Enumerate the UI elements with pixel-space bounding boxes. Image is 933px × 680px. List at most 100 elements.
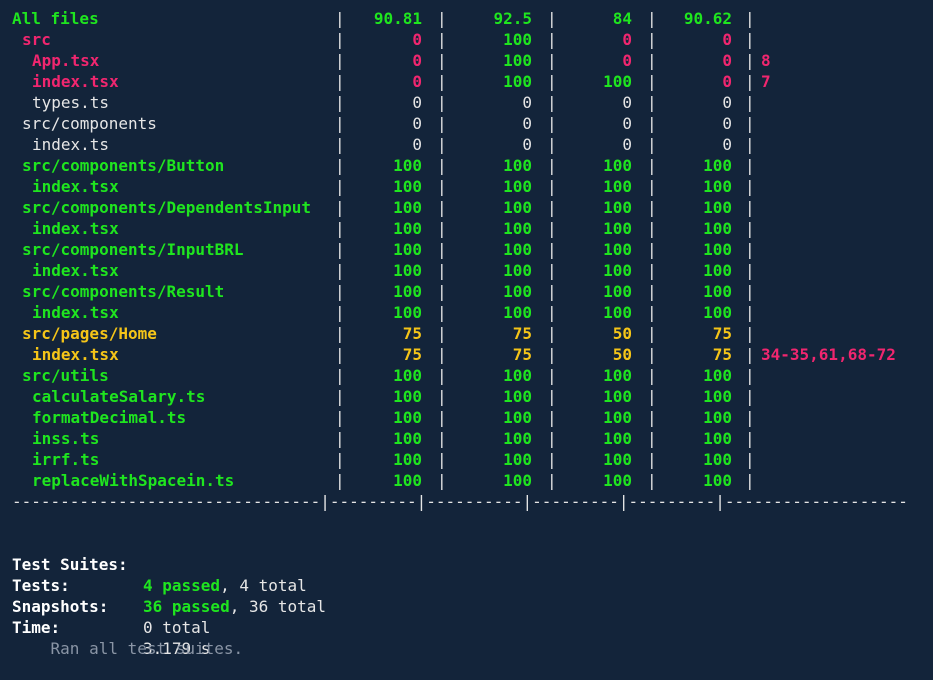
- coverage-row: index.tsx | | | | | 100 100 100 100: [12, 260, 933, 281]
- coverage-funcs: 100: [603, 177, 632, 196]
- coverage-branch: 100: [503, 177, 532, 196]
- coverage-row: index.tsx | | | | | 100 100 100 100: [12, 218, 933, 239]
- coverage-stmts: 100: [393, 303, 422, 322]
- coverage-stmts: 100: [393, 177, 422, 196]
- coverage-stmts: 100: [393, 471, 422, 490]
- column-separator: |: [437, 51, 447, 70]
- coverage-funcs: 0: [622, 114, 632, 133]
- column-separator: |: [437, 240, 447, 259]
- coverage-funcs: 100: [603, 387, 632, 406]
- coverage-lines: 100: [703, 261, 732, 280]
- coverage-stmts: 100: [393, 240, 422, 259]
- file-name: index.tsx: [32, 219, 119, 238]
- coverage-lines: 100: [703, 177, 732, 196]
- coverage-lines: 0: [722, 93, 732, 112]
- coverage-stmts: 0: [412, 30, 422, 49]
- coverage-row: index.tsx | | | | | 75 75 50 75 34-35,61,68-72: [12, 344, 933, 365]
- coverage-row: irrf.ts | | | | | 100 100 100 100: [12, 449, 933, 470]
- column-separator: |: [437, 345, 447, 364]
- coverage-table: All files | | | | | 90.81 92.5 84 90.62 src | | | | | 0 1…: [12, 8, 933, 512]
- coverage-row: src/components | | | | | 0 0 0 0: [12, 113, 933, 134]
- file-name: index.tsx: [32, 303, 119, 322]
- column-separator: |: [745, 177, 755, 196]
- file-name: App.tsx: [32, 51, 100, 70]
- column-separator: |: [745, 51, 755, 70]
- file-name: types.ts: [32, 93, 110, 112]
- ran-all-text: Ran all test suites.: [50, 639, 244, 658]
- coverage-branch: 100: [503, 429, 532, 448]
- column-separator: |: [745, 198, 755, 217]
- coverage-funcs: 100: [603, 72, 632, 91]
- file-name: src/components/Result: [22, 282, 225, 301]
- coverage-stmts: 100: [393, 156, 422, 175]
- coverage-branch: 0: [522, 114, 532, 133]
- coverage-branch: 92.5: [493, 9, 532, 28]
- column-separator: |: [437, 72, 447, 91]
- coverage-funcs: 100: [603, 219, 632, 238]
- coverage-lines: 100: [703, 366, 732, 385]
- column-separator: |: [745, 324, 755, 343]
- uncovered-lines: 34-35,61,68-72: [761, 345, 896, 364]
- column-separator: |: [437, 198, 447, 217]
- coverage-branch: 100: [503, 198, 532, 217]
- coverage-row: inss.ts | | | | | 100 100 100 100: [12, 428, 933, 449]
- file-name: index.tsx: [32, 177, 119, 196]
- column-separator: |: [745, 93, 755, 112]
- coverage-stmts: 0: [412, 72, 422, 91]
- coverage-stmts: 100: [393, 408, 422, 427]
- column-separator: |: [745, 156, 755, 175]
- coverage-branch: 100: [503, 261, 532, 280]
- coverage-stmts: 100: [393, 387, 422, 406]
- coverage-branch: 100: [503, 240, 532, 259]
- coverage-lines: 75: [712, 324, 732, 343]
- coverage-branch: 0: [522, 135, 532, 154]
- coverage-lines: 0: [722, 30, 732, 49]
- coverage-stmts: 100: [393, 450, 422, 469]
- coverage-funcs: 100: [603, 282, 632, 301]
- column-separator: |: [437, 9, 447, 28]
- coverage-branch: 100: [503, 30, 532, 49]
- column-separator: |: [437, 93, 447, 112]
- coverage-branch: 100: [503, 51, 532, 70]
- coverage-lines: 0: [722, 135, 732, 154]
- coverage-row: src/components/DependentsInput | | | | | 100 10…: [12, 197, 933, 218]
- coverage-funcs: 100: [603, 408, 632, 427]
- coverage-stmts: 75: [402, 345, 422, 364]
- coverage-stmts: 100: [393, 366, 422, 385]
- coverage-funcs: 0: [622, 93, 632, 112]
- column-separator: |: [745, 387, 755, 406]
- coverage-row: src/components/InputBRL | | | | | 100 100 100 100: [12, 239, 933, 260]
- column-separator: |: [745, 240, 755, 259]
- coverage-stmts: 0: [412, 114, 422, 133]
- column-separator: |: [745, 366, 755, 385]
- column-separator: |: [745, 30, 755, 49]
- coverage-row: src/utils | | | | | 100 100 100 100: [12, 365, 933, 386]
- coverage-branch: 100: [503, 282, 532, 301]
- coverage-lines: 0: [722, 72, 732, 91]
- uncovered-lines: 8: [761, 51, 771, 70]
- coverage-funcs: 50: [612, 324, 632, 343]
- column-separator: |: [745, 72, 755, 91]
- column-separator: |: [437, 408, 447, 427]
- coverage-funcs: 100: [603, 261, 632, 280]
- coverage-funcs: 84: [612, 9, 632, 28]
- column-separator: |: [437, 303, 447, 322]
- file-name: irrf.ts: [32, 450, 100, 469]
- coverage-funcs: 100: [603, 156, 632, 175]
- uncovered-lines: 7: [761, 72, 771, 91]
- column-separator: |: [437, 135, 447, 154]
- column-separator: |: [437, 261, 447, 280]
- file-name: formatDecimal.ts: [32, 408, 187, 427]
- column-separator: |: [745, 429, 755, 448]
- column-separator: |: [745, 219, 755, 238]
- coverage-row: src/components/Result | | | | | 100 100 100 100: [12, 281, 933, 302]
- coverage-row: src/pages/Home | | | | | 75 75 50 75: [12, 323, 933, 344]
- column-separator: |: [745, 471, 755, 490]
- coverage-stmts: 75: [402, 324, 422, 343]
- coverage-row: App.tsx | | | | | 0 100 0 0 8: [12, 50, 933, 71]
- coverage-row: index.tsx | | | | | 100 100 100 100: [12, 302, 933, 323]
- coverage-lines: 75: [712, 345, 732, 364]
- coverage-stmts: 0: [412, 93, 422, 112]
- file-name: src/components/DependentsInput: [22, 198, 311, 217]
- coverage-branch: 100: [503, 156, 532, 175]
